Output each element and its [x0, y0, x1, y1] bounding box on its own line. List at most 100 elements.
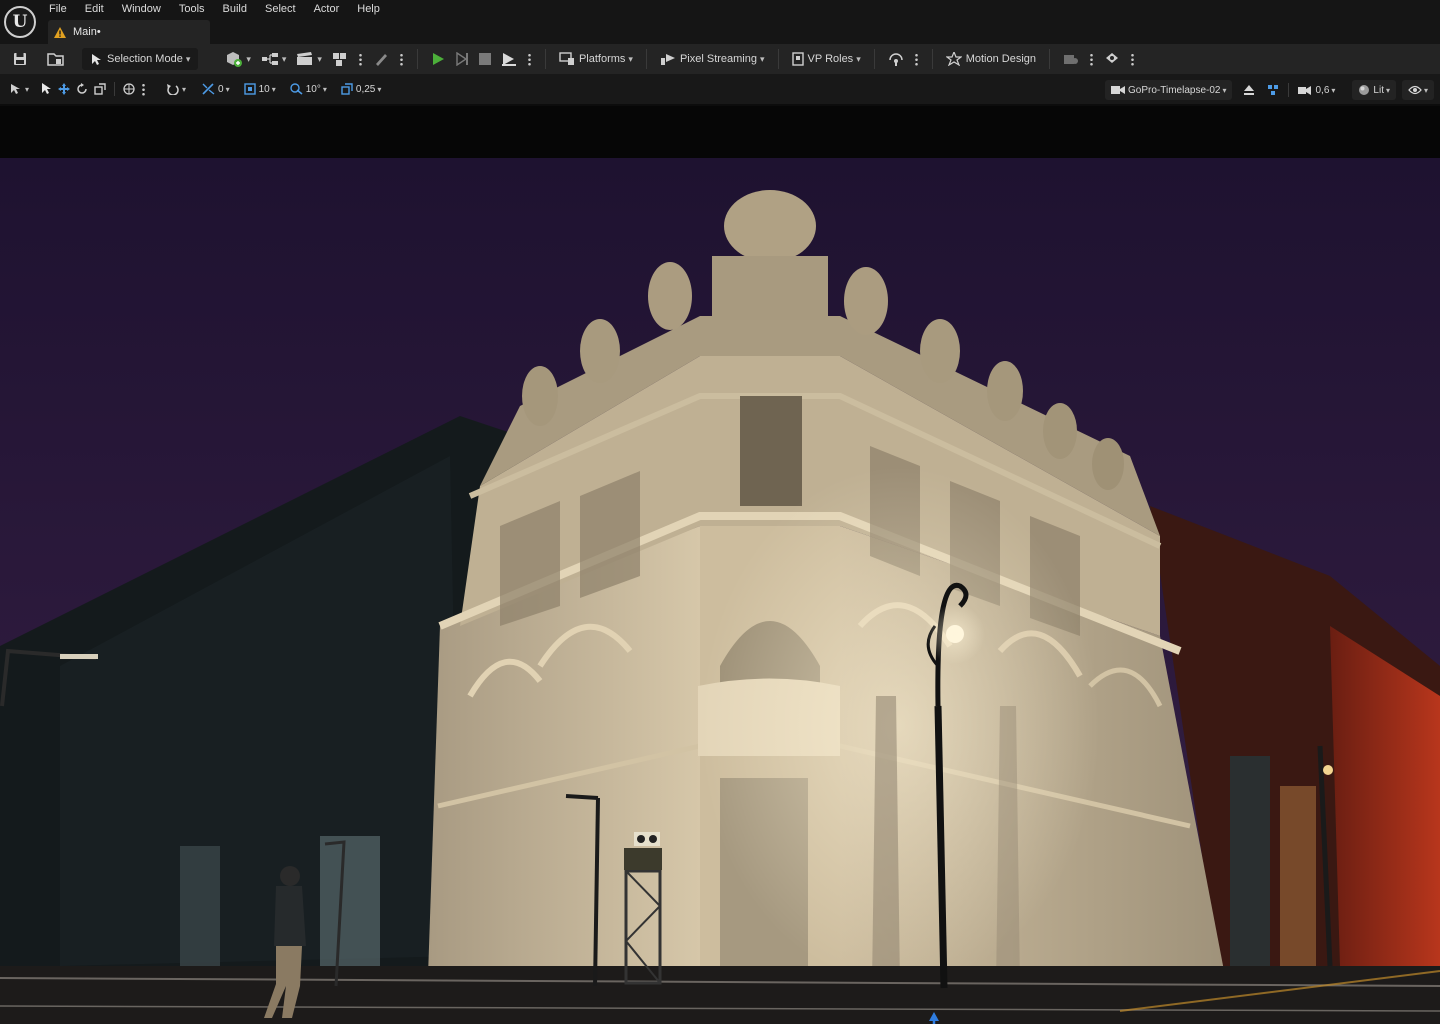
globe-icon	[123, 83, 135, 95]
modeling-button[interactable]	[368, 48, 394, 70]
menu-window[interactable]: Window	[122, 2, 161, 18]
settings-options-menu[interactable]	[1131, 52, 1135, 66]
brush-icon	[375, 54, 387, 66]
rotate-tool-button[interactable]	[73, 79, 91, 99]
chevron-down-icon: ▾	[185, 53, 191, 64]
build-options-menu[interactable]	[358, 52, 362, 66]
move-icon	[58, 83, 71, 95]
selection-mode-dropdown[interactable]: Selection Mode ▾	[82, 48, 199, 70]
scene-render	[0, 106, 1440, 1024]
chevron-down-icon: ▾	[281, 53, 287, 64]
eject-pilot-button[interactable]	[1240, 80, 1258, 100]
vp-roles-dropdown[interactable]: VP Roles ▾	[787, 48, 866, 70]
save-icon	[14, 53, 26, 65]
show-flags-dropdown[interactable]: ▾	[1401, 80, 1434, 100]
clapperboard-icon	[297, 52, 313, 65]
chevron-down-icon: ▾	[377, 84, 382, 94]
scale-tool-button[interactable]	[91, 79, 109, 99]
main-menu: File Edit Window Tools Build Select Acto…	[49, 2, 398, 18]
select-tool-button[interactable]	[38, 79, 55, 99]
folder-icon	[47, 53, 64, 66]
live-link-button[interactable]	[883, 48, 909, 70]
grid-snap-dropdown[interactable]: 10 ▾	[241, 79, 279, 99]
menu-edit[interactable]: Edit	[85, 2, 104, 18]
gizmo-z-arrow[interactable]	[929, 1012, 939, 1021]
preview-toggle-button[interactable]	[1264, 80, 1282, 100]
menu-build[interactable]: Build	[223, 2, 247, 18]
transform-gizmo[interactable]	[904, 1012, 980, 1024]
settings-button[interactable]	[1099, 48, 1125, 70]
tool-options-menu[interactable]	[1090, 52, 1094, 66]
grid-snap-icon	[243, 83, 256, 95]
step-forward-icon	[456, 52, 468, 66]
play-button[interactable]	[426, 48, 450, 70]
menu-actor[interactable]: Actor	[314, 2, 340, 18]
level-viewport[interactable]	[0, 106, 1440, 1024]
scale-snap-value: 0,25	[355, 83, 376, 95]
add-actor-button[interactable]: ▾	[220, 48, 256, 70]
platforms-dropdown[interactable]: Platforms ▾	[554, 48, 638, 70]
blueprints-button[interactable]: ▾	[256, 48, 292, 70]
surface-snapping-dropdown[interactable]: ▾	[163, 79, 189, 99]
pixel-streaming-label: Pixel Streaming	[679, 53, 757, 65]
pixel-streaming-dropdown[interactable]: Pixel Streaming ▾	[655, 48, 770, 70]
menu-help[interactable]: Help	[357, 2, 380, 18]
motion-design-button[interactable]: Motion Design	[941, 48, 1041, 70]
chevron-down-icon: ▾	[246, 53, 251, 64]
translate-snap-dropdown[interactable]: 0 ▾	[199, 79, 233, 99]
rotation-snap-dropdown[interactable]: 10° ▾	[287, 79, 330, 99]
scale-icon	[94, 83, 106, 95]
coordinate-system-button[interactable]	[120, 79, 138, 99]
preview-icon	[1268, 85, 1279, 95]
eye-icon	[1408, 85, 1422, 95]
modeling-options-menu[interactable]	[399, 52, 403, 66]
menu-tools[interactable]: Tools	[179, 2, 205, 18]
pixel-streaming-icon	[660, 54, 675, 65]
disabled-tool-button[interactable]	[1058, 48, 1084, 70]
stop-button[interactable]	[474, 48, 496, 70]
view-mode-dropdown[interactable]: Lit ▾	[1352, 80, 1396, 100]
viewport-toolbar: ▾ ▾ 0 ▾ 10 ▾ 10° ▾ 0,25 ▾ GoPro-Timelaps…	[0, 74, 1440, 106]
warning-icon	[54, 26, 66, 38]
selection-mode-label: Selection Mode	[107, 53, 183, 65]
chevron-down-icon: ▾	[25, 84, 30, 94]
save-button[interactable]	[8, 48, 32, 70]
content-browser-button[interactable]	[42, 48, 70, 70]
toolbar-separator	[416, 49, 418, 69]
level-tab-main[interactable]: Main•	[48, 20, 210, 44]
chevron-down-icon: ▾	[271, 84, 276, 94]
play-icon	[432, 53, 444, 65]
toolbar-separator	[1049, 49, 1051, 69]
unreal-engine-logo-icon[interactable]: U	[4, 6, 36, 38]
menu-file[interactable]: File	[49, 2, 67, 18]
toolbar-separator	[873, 49, 875, 69]
chevron-down-icon: ▾	[1222, 85, 1227, 95]
translate-snap-icon	[202, 83, 215, 95]
motion-design-icon	[945, 52, 962, 66]
chevron-down-icon: ▾	[1423, 85, 1428, 95]
live-link-options-menu[interactable]	[914, 52, 918, 66]
transform-options-menu[interactable]	[142, 82, 146, 96]
scale-snap-icon	[341, 83, 353, 95]
play-options-button[interactable]	[496, 48, 522, 70]
rotate-icon	[77, 83, 87, 94]
signal-icon	[888, 53, 903, 66]
chevron-down-icon: ▾	[760, 53, 765, 64]
chevron-down-icon: ▾	[225, 84, 230, 94]
menu-bar: U File Edit Window Tools Build Select Ac…	[0, 0, 1440, 44]
camera-speed-dropdown[interactable]: 0,6 ▾	[1295, 80, 1338, 100]
toolbar-separator	[777, 49, 779, 69]
cinematics-button[interactable]: ▾	[291, 48, 327, 70]
chevron-down-icon: ▾	[1331, 85, 1336, 95]
translate-tool-button[interactable]	[55, 79, 73, 99]
scale-snap-dropdown[interactable]: 0,25 ▾	[338, 79, 384, 99]
camera-dropdown[interactable]: GoPro-Timelapse-02 ▾	[1105, 80, 1233, 100]
grid-snap-value: 10	[258, 83, 270, 95]
advance-frame-button[interactable]	[450, 48, 474, 70]
menu-select[interactable]: Select	[265, 2, 296, 18]
selection-cursor-icon	[92, 53, 101, 65]
play-options-menu[interactable]	[527, 52, 531, 66]
view-mode-label: Lit	[1373, 84, 1384, 96]
build-button[interactable]	[327, 48, 353, 70]
viewport-options-dropdown[interactable]: ▾	[6, 79, 32, 99]
